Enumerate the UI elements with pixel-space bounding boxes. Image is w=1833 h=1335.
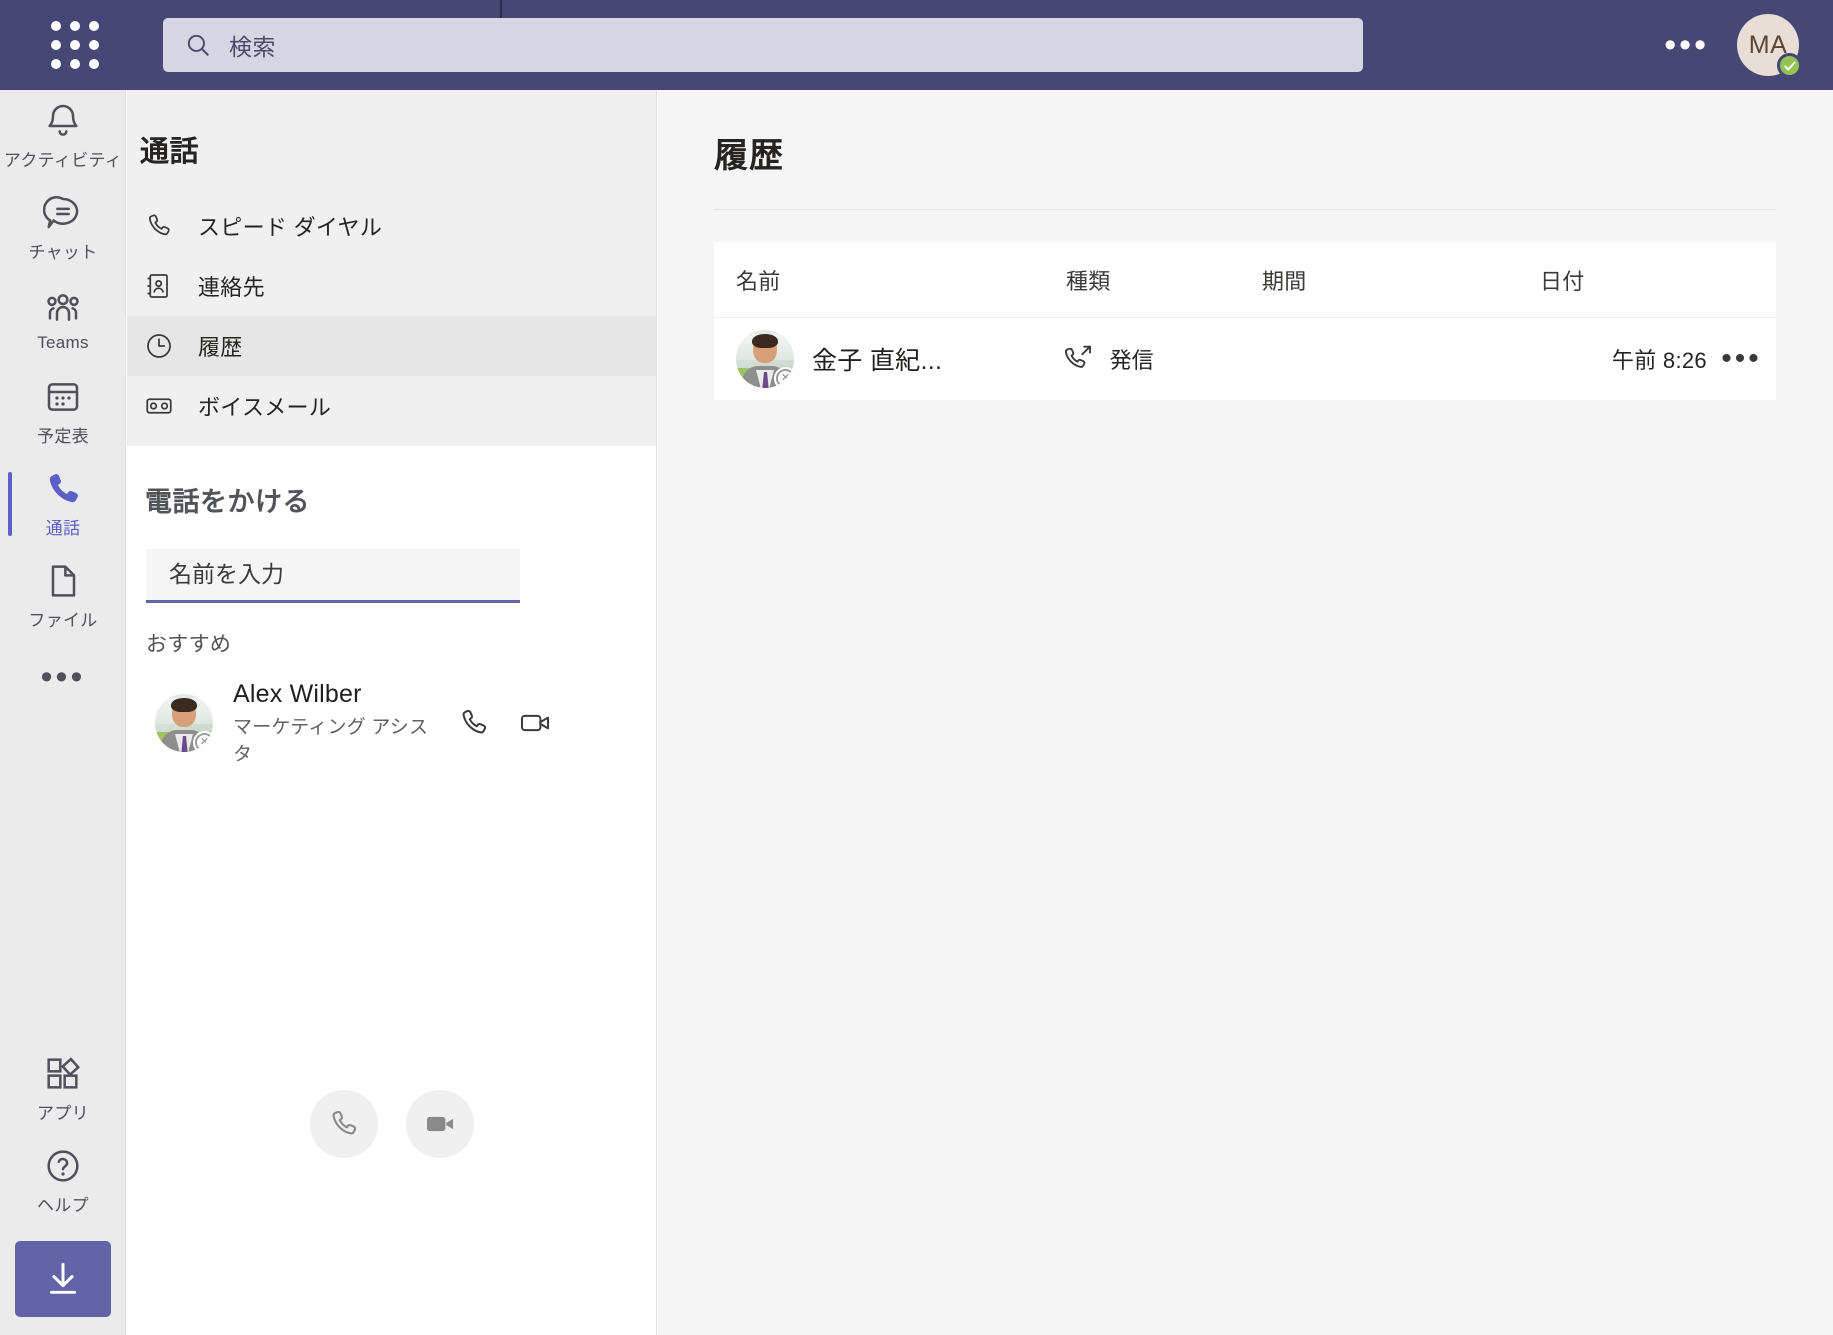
calls-panel: 通話 スピード ダイヤル 連絡先 履歴 ボイスメール 電話をかける 名前を入力 … xyxy=(127,90,657,1335)
cell-type: 発信 xyxy=(1062,343,1255,375)
row-date: 午前 8:26 xyxy=(1611,348,1707,373)
sidebar-item-activity[interactable]: アクティビティ xyxy=(0,90,126,182)
calls-nav-label: ボイスメール xyxy=(198,395,332,420)
video-call-button[interactable] xyxy=(406,1090,474,1158)
calls-nav-section: 通話 スピード ダイヤル 連絡先 履歴 ボイスメール xyxy=(127,90,656,446)
left-rail: アクティビティ チャット Teams 予定表 通話 ファイル ••• アプリ ヘ… xyxy=(0,90,126,1335)
calendar-icon xyxy=(47,383,79,411)
contact-subtitle: マーケティング アシスタ xyxy=(233,717,429,765)
contact-name: Alex Wilber xyxy=(233,680,362,708)
panel-title: 通話 xyxy=(140,136,200,168)
suggestion-list-item[interactable]: ✕ Alex Wilber マーケティング アシスタ xyxy=(127,658,656,766)
column-header-duration: 期間 xyxy=(1262,268,1307,294)
column-header-type: 種類 xyxy=(1066,268,1111,294)
sidebar-item-chat[interactable]: チャット xyxy=(0,182,126,274)
suggested-label: おすすめ xyxy=(146,633,232,656)
check-icon xyxy=(1783,61,1796,70)
search-box[interactable]: 検索 xyxy=(163,18,1363,72)
sidebar-more-button[interactable]: ••• xyxy=(0,642,126,712)
user-avatar-button[interactable]: MA xyxy=(1737,14,1802,78)
sidebar-item-label: 通話 xyxy=(45,519,81,538)
top-more-button[interactable]: ••• xyxy=(1646,28,1727,62)
search-icon xyxy=(187,34,209,56)
title-divider xyxy=(714,209,1776,210)
sidebar-item-calendar[interactable]: 予定表 xyxy=(0,366,126,458)
presence-available-badge xyxy=(1777,53,1802,78)
phone-call-icon xyxy=(332,1110,357,1135)
calls-nav-label: 連絡先 xyxy=(198,275,265,300)
calls-nav-label: 履歴 xyxy=(198,335,243,360)
name-input-wrapper xyxy=(146,549,520,603)
sidebar-item-label: ファイル xyxy=(28,611,98,630)
grid-dots-icon xyxy=(51,21,99,69)
table-row[interactable]: ✕ 金子 直紀... 発信 午前 8:26 ••• xyxy=(714,318,1776,400)
sidebar-item-label: アクティビティ xyxy=(3,151,123,170)
contact-card-icon xyxy=(147,274,168,298)
apps-icon xyxy=(47,1057,81,1089)
cell-name: ✕ 金子 直紀... xyxy=(736,330,1062,388)
sidebar-item-label: Teams xyxy=(37,332,89,352)
search-input-placeholder[interactable]: 検索 xyxy=(229,28,276,62)
calls-nav-voicemail[interactable]: ボイスメール xyxy=(127,376,656,436)
top-bar-right-group: ••• MA xyxy=(1646,0,1815,90)
file-icon xyxy=(51,565,76,597)
download-app-button[interactable] xyxy=(15,1241,111,1317)
sidebar-item-apps[interactable]: アプリ xyxy=(0,1043,126,1135)
help-icon xyxy=(47,1150,79,1182)
sidebar-item-teams[interactable]: Teams xyxy=(0,274,126,366)
presence-offline-badge: ✕ xyxy=(193,731,213,752)
sidebar-item-label: アプリ xyxy=(37,1104,89,1123)
column-header-date: 日付 xyxy=(1540,268,1585,294)
avatar: ✕ xyxy=(155,694,213,752)
video-call-icon xyxy=(426,1116,454,1132)
name-input[interactable] xyxy=(146,549,520,603)
history-table: 名前 種類 期間 日付 ✕ 金子 直紀... 発信 午前 8:26 ••• xyxy=(714,242,1776,400)
history-main-area: 履歴 名前 種類 期間 日付 ✕ 金子 直紀... 発信 午前 8:26 ••• xyxy=(658,90,1833,1335)
people-icon xyxy=(47,293,79,321)
app-launcher-button[interactable] xyxy=(30,0,120,90)
audio-call-button[interactable] xyxy=(310,1090,378,1158)
avatar: ✕ xyxy=(736,330,794,388)
calls-nav-history[interactable]: 履歴 xyxy=(127,316,656,376)
call-buttons-row xyxy=(127,1090,657,1158)
sidebar-item-label: チャット xyxy=(28,243,98,262)
page-title: 履歴 xyxy=(714,137,784,175)
contact-actions xyxy=(457,706,552,740)
chat-icon xyxy=(43,196,79,229)
calls-nav-speed-dial[interactable]: スピード ダイヤル xyxy=(127,196,656,256)
bell-icon xyxy=(48,104,78,136)
voicemail-icon xyxy=(146,398,172,414)
sidebar-item-files[interactable]: ファイル xyxy=(0,550,126,642)
phone-call-icon[interactable] xyxy=(457,706,491,740)
cell-date: 午前 8:26 xyxy=(1529,343,1707,375)
contact-texts: Alex Wilber マーケティング アシスタ xyxy=(233,680,433,766)
download-icon xyxy=(49,1262,77,1294)
sidebar-item-help[interactable]: ヘルプ xyxy=(0,1135,126,1227)
calls-nav-contacts[interactable]: 連絡先 xyxy=(127,256,656,316)
make-call-section: 電話をかける おすすめ ✕ Alex Wilber マーケティング アシスタ xyxy=(127,446,656,766)
rail-bottom-group: アプリ ヘルプ xyxy=(0,1043,126,1335)
row-name: 金子 直紀... xyxy=(812,347,943,375)
calls-nav-label: スピード ダイヤル xyxy=(198,215,383,240)
sidebar-item-label: 予定表 xyxy=(37,427,89,446)
video-call-icon[interactable] xyxy=(518,706,552,740)
sidebar-item-label: ヘルプ xyxy=(37,1196,89,1215)
row-more-button[interactable]: ••• xyxy=(1707,344,1776,374)
presence-offline-badge: ✕ xyxy=(774,367,794,388)
outgoing-call-icon xyxy=(1064,345,1091,368)
table-header-row: 名前 種類 期間 日付 xyxy=(714,242,1776,318)
make-call-title: 電話をかける xyxy=(145,487,310,517)
row-type: 発信 xyxy=(1109,348,1154,373)
column-header-name: 名前 xyxy=(736,268,781,294)
phone-outline-icon xyxy=(148,214,170,236)
phone-icon xyxy=(49,474,78,503)
clock-icon xyxy=(147,334,171,358)
top-bar: 検索 ••• MA xyxy=(0,0,1833,90)
sidebar-item-calls[interactable]: 通話 xyxy=(0,458,126,550)
